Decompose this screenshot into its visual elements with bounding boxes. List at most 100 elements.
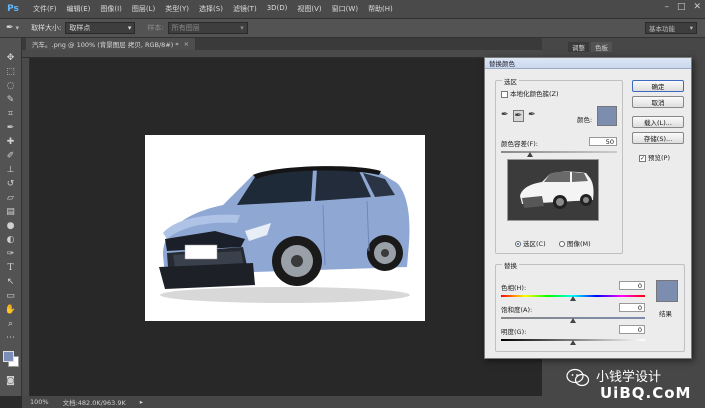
move-tool-icon[interactable]: ✥: [4, 52, 18, 63]
sample-size-label: 取样大小:: [31, 24, 62, 32]
radio-selection-button[interactable]: [515, 241, 521, 247]
minimize-icon[interactable]: –: [664, 2, 669, 12]
status-menu-arrow-icon[interactable]: ▸: [140, 398, 143, 406]
quick-select-tool-icon[interactable]: ✎: [4, 94, 18, 105]
menu-item[interactable]: 图像(I): [95, 4, 127, 14]
lightness-slider-thumb[interactable]: [570, 340, 576, 345]
localized-clusters-label: 本地化颜色簇(Z): [510, 90, 559, 98]
menu-items: 文件(F) 编辑(E) 图像(I) 图层(L) 类型(Y) 选择(S) 滤镜(T) 3D(D)…: [28, 4, 398, 14]
zoom-tool-icon[interactable]: ⌕: [4, 318, 18, 329]
panel-tab-adjustments[interactable]: 调整: [568, 42, 589, 52]
localized-clusters-checkbox[interactable]: 本地化颜色簇(Z): [501, 88, 559, 98]
saturation-label: 饱和度(A):: [501, 306, 533, 314]
shape-tool-icon[interactable]: ▭: [4, 290, 18, 301]
selection-preview: [507, 159, 599, 221]
window-controls: – □ ✕: [664, 2, 701, 12]
saturation-input[interactable]: 0: [619, 303, 645, 312]
menu-item[interactable]: 3D(D): [262, 4, 293, 14]
eraser-tool-icon[interactable]: ▱: [4, 192, 18, 203]
load-button[interactable]: 载入(L)...: [632, 116, 684, 128]
eyedropper-plus-icon[interactable]: ✒: [512, 110, 525, 122]
eyedropper-tool-icon[interactable]: ✒: [4, 122, 18, 133]
clone-stamp-tool-icon[interactable]: ⊥: [4, 164, 18, 175]
color-chips[interactable]: [2, 350, 20, 368]
menu-item[interactable]: 选择(S): [194, 4, 228, 14]
sample-label: 样本:: [147, 24, 164, 32]
hand-tool-icon[interactable]: ✋: [4, 304, 18, 315]
tool-preset-dropdown-icon[interactable]: ▾: [16, 24, 20, 32]
options-bar: ✒ ▾ 取样大小: 取样点 ▾ 样本: 所有图层 ▾ 基本功能 ▾: [0, 19, 705, 38]
vertical-ruler: [22, 58, 30, 396]
lightness-input[interactable]: 0: [619, 325, 645, 334]
saturation-slider-thumb[interactable]: [570, 318, 576, 323]
close-icon[interactable]: ✕: [693, 2, 701, 12]
document-canvas[interactable]: [145, 135, 425, 321]
history-brush-tool-icon[interactable]: ↺: [4, 178, 18, 189]
watermark-site: UiBQ.CoM: [600, 384, 692, 402]
selection-group-label: 选区: [502, 76, 519, 86]
watermark: 小钱学设计 UiBQ.CoM: [562, 366, 702, 406]
menu-item[interactable]: 帮助(H): [363, 4, 398, 14]
horizontal-ruler: [22, 50, 542, 58]
maximize-icon[interactable]: □: [677, 2, 686, 12]
type-tool-icon[interactable]: T: [4, 262, 18, 273]
menu-item[interactable]: 类型(Y): [160, 4, 194, 14]
lasso-tool-icon[interactable]: ◌: [4, 80, 18, 91]
gradient-tool-icon[interactable]: ▤: [4, 206, 18, 217]
fuzziness-input[interactable]: 50: [589, 137, 617, 146]
localized-clusters-box[interactable]: [501, 90, 508, 98]
dialog-title[interactable]: 替换颜色: [485, 58, 691, 69]
radio-selection-label: 选区(C): [523, 240, 546, 248]
document-tab-bar: 汽车。.png @ 100% (背景图层 拷贝, RGB/8#) * ×: [22, 38, 542, 50]
ok-button[interactable]: 确定: [632, 80, 684, 92]
hue-input[interactable]: 0: [619, 281, 645, 290]
preview-check-box[interactable]: ✓: [639, 154, 646, 162]
watermark-text: 小钱学设计: [596, 370, 662, 385]
sample-select[interactable]: 所有图层 ▾: [167, 22, 248, 34]
blur-tool-icon[interactable]: ●: [4, 220, 18, 231]
marquee-tool-icon[interactable]: ⬚: [4, 66, 18, 77]
menu-item[interactable]: 编辑(E): [62, 4, 96, 14]
menu-item[interactable]: 文件(F): [28, 4, 62, 14]
zoom-level[interactable]: 100%: [30, 398, 49, 406]
pen-tool-icon[interactable]: ✑: [4, 248, 18, 259]
preview-checkbox[interactable]: ✓ 预览(P): [639, 152, 670, 162]
hue-slider-thumb[interactable]: [570, 296, 576, 301]
quick-mask-icon[interactable]: ◙: [4, 375, 18, 386]
radio-image-button[interactable]: [559, 241, 565, 247]
save-button[interactable]: 存储(S)...: [632, 132, 684, 144]
more-tools-icon[interactable]: ⋯: [4, 332, 18, 343]
fuzziness-label: 颜色容差(F):: [501, 140, 539, 148]
result-color-swatch[interactable]: [656, 280, 678, 302]
document-tab-title: 汽车。.png @ 100% (背景图层 拷贝, RGB/8#) *: [32, 41, 179, 49]
chevron-down-icon: ▾: [689, 24, 693, 32]
crop-tool-icon[interactable]: ⌗: [4, 108, 18, 119]
sample-size-select[interactable]: 取样点 ▾: [65, 22, 136, 34]
fuzziness-slider-thumb[interactable]: [527, 152, 533, 157]
chevron-down-icon: ▾: [240, 24, 244, 32]
foreground-color-chip[interactable]: [2, 351, 14, 362]
dodge-tool-icon[interactable]: ◐: [4, 234, 18, 245]
menu-item[interactable]: 滤镜(T): [228, 4, 262, 14]
fuzziness-slider[interactable]: [501, 151, 617, 153]
menu-item[interactable]: 图层(L): [127, 4, 160, 14]
lightness-label: 明度(G):: [501, 328, 527, 336]
eyedropper-icon[interactable]: ✒: [501, 110, 509, 122]
healing-brush-tool-icon[interactable]: ✚: [4, 136, 18, 147]
path-selection-tool-icon[interactable]: ↖: [4, 276, 18, 287]
selection-color-swatch[interactable]: [597, 106, 617, 126]
brush-tool-icon[interactable]: ✐: [4, 150, 18, 161]
eyedropper-tool-icon[interactable]: ✒: [6, 23, 14, 33]
eyedropper-minus-icon[interactable]: ✒: [528, 110, 536, 122]
menu-item[interactable]: 视图(V): [292, 4, 326, 14]
document-tab[interactable]: 汽车。.png @ 100% (背景图层 拷贝, RGB/8#) * ×: [26, 38, 196, 50]
workspace-select[interactable]: 基本功能 ▾: [645, 22, 697, 34]
close-tab-icon[interactable]: ×: [184, 40, 189, 48]
panel-tab-swatches[interactable]: 色板: [591, 42, 612, 52]
menu-item[interactable]: 窗口(W): [327, 4, 363, 14]
radio-selection[interactable]: 选区(C): [515, 238, 546, 248]
cancel-button[interactable]: 取消: [632, 96, 684, 108]
chevron-down-icon: ▾: [127, 24, 132, 32]
document-info: 文档:482.0K/963.9K: [62, 399, 126, 407]
radio-image[interactable]: 图像(M): [559, 238, 591, 248]
